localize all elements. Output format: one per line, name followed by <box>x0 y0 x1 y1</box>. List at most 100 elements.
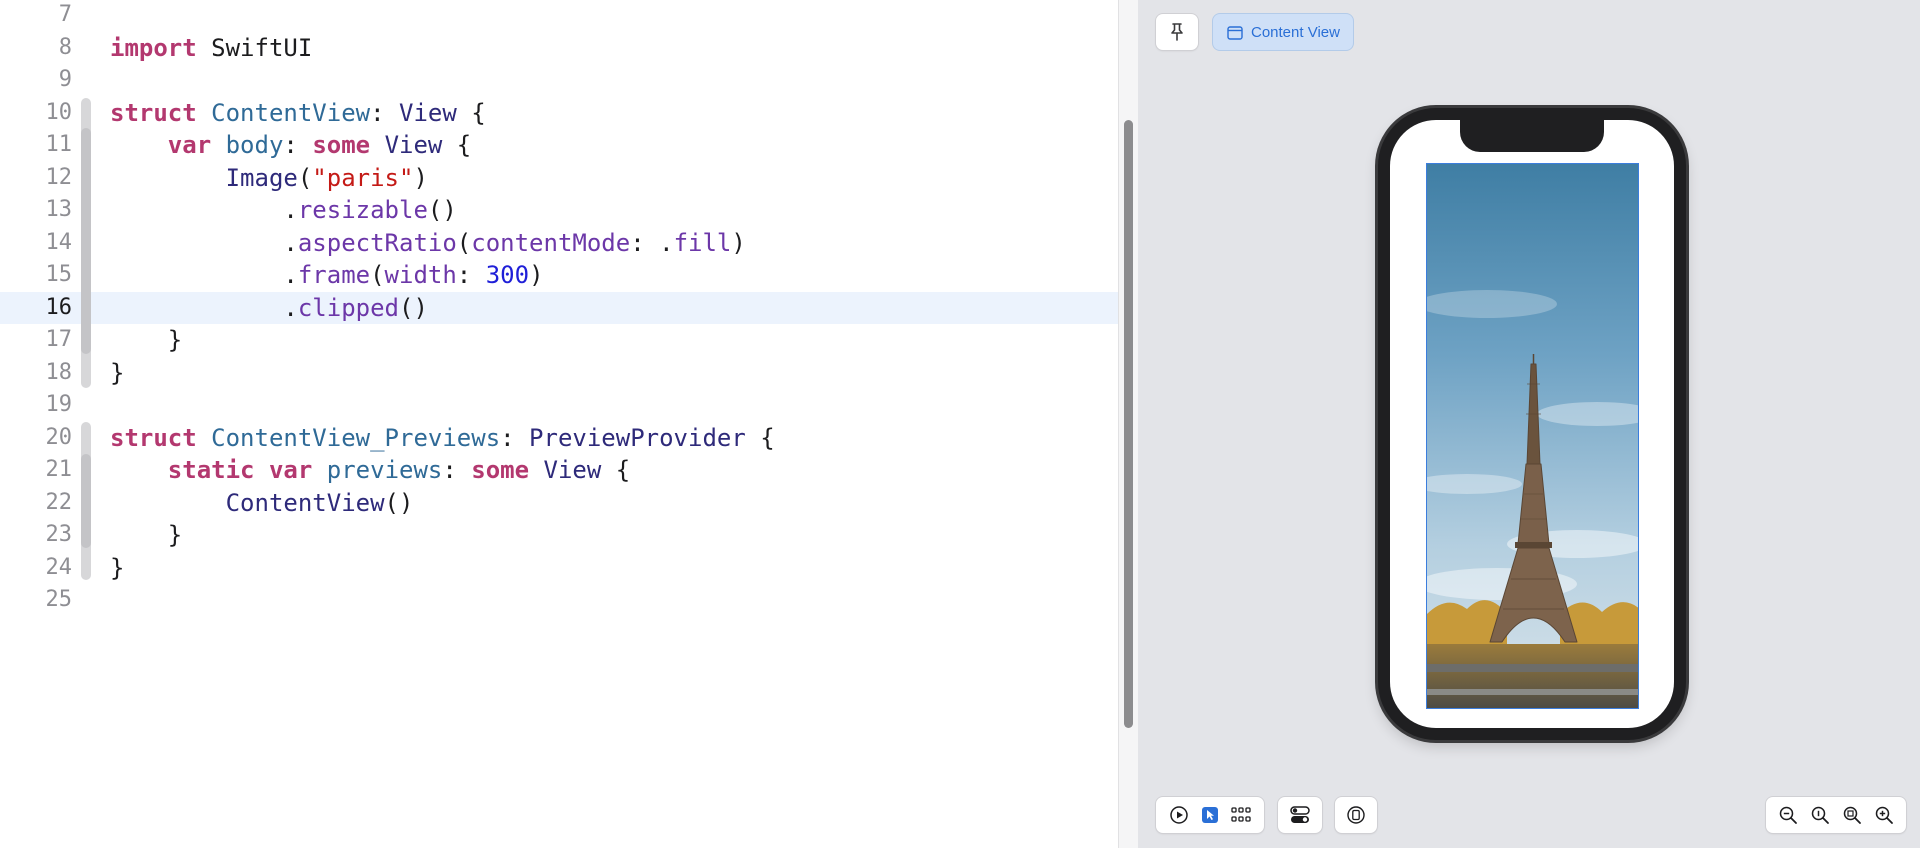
code-line[interactable]: 7 <box>0 0 1118 31</box>
zoom-in-icon[interactable] <box>1871 802 1897 828</box>
code-token: . <box>110 228 298 257</box>
zoom-controls <box>1766 797 1906 833</box>
content-view-preview-button[interactable]: Content View <box>1213 14 1353 50</box>
code-token: some <box>312 131 371 159</box>
iphone-device-frame <box>1378 108 1686 740</box>
code-line[interactable]: 17 } <box>0 324 1118 356</box>
code-editor[interactable]: 7 8 import SwiftUI 9 10 struct ContentView: V… <box>0 0 1118 848</box>
code-token: View <box>399 98 457 127</box>
code-line[interactable]: 23 } <box>0 519 1118 551</box>
code-line[interactable]: 8 import SwiftUI <box>0 32 1118 64</box>
code-line[interactable]: 16 .clipped() <box>0 291 1118 324</box>
code-token: previews <box>326 456 443 484</box>
code-line[interactable]: 9 <box>0 64 1118 96</box>
code-text: .aspectRatio(contentMode: .fill) <box>110 227 746 259</box>
grid-icon[interactable] <box>1228 802 1254 828</box>
line-number: 16 <box>45 294 73 320</box>
code-token: ) <box>413 163 428 192</box>
preview-mode-group <box>1156 797 1264 833</box>
code-text: } <box>110 519 182 551</box>
code-token: some <box>471 456 530 484</box>
play-icon[interactable] <box>1166 802 1192 828</box>
window-icon <box>1227 24 1243 40</box>
code-token: frame <box>297 261 371 289</box>
line-number: 8 <box>58 34 72 60</box>
paris-photo <box>1427 164 1638 708</box>
code-token: } <box>110 358 125 387</box>
line-number: 7 <box>58 2 72 27</box>
preview-canvas[interactable]: Content View <box>1138 0 1920 848</box>
code-text: .frame(width: 300) <box>110 259 544 291</box>
code-token: : <box>370 98 400 127</box>
code-line[interactable]: 10 struct ContentView: View { <box>0 97 1118 129</box>
code-line[interactable]: 21 static var previews: some View { <box>0 454 1118 486</box>
code-text: .clipped() <box>110 292 428 324</box>
variants-button[interactable] <box>1278 797 1322 833</box>
cursor-icon[interactable] <box>1197 802 1223 828</box>
code-token: ContentView_Previews <box>211 423 501 452</box>
line-number: 20 <box>45 424 73 450</box>
code-token: () <box>384 488 414 517</box>
code-token: : <box>442 456 472 484</box>
code-token: aspectRatio <box>297 228 457 257</box>
code-line[interactable]: 11 var body: some View { <box>0 129 1118 161</box>
code-text: .resizable() <box>110 194 456 226</box>
line-number: 23 <box>45 522 73 547</box>
line-number: 21 <box>45 457 73 482</box>
code-line[interactable]: 18} <box>0 357 1118 389</box>
line-number: 24 <box>45 554 73 580</box>
code-token: ( <box>456 228 472 257</box>
code-line[interactable]: 20 struct ContentView_Previews: PreviewPr… <box>0 422 1118 454</box>
code-line[interactable]: 22 ContentView() <box>0 487 1118 519</box>
image-view-selection[interactable] <box>1426 163 1639 709</box>
line-number: 22 <box>45 489 73 515</box>
zoom-actual-icon[interactable] <box>1807 802 1833 828</box>
pin-preview-button[interactable] <box>1156 14 1198 50</box>
code-token: ContentView <box>211 98 371 127</box>
code-token: var <box>167 131 212 159</box>
code-token: width <box>384 261 457 289</box>
code-text: var body: some View { <box>110 129 471 161</box>
code-token: contentMode <box>471 228 631 257</box>
code-token: 300 <box>485 261 530 289</box>
code-token: () <box>399 293 428 322</box>
code-token: ) <box>529 261 544 289</box>
code-token: : <box>456 261 486 289</box>
code-token: ContentView <box>225 488 385 517</box>
code-token: Image <box>225 163 298 192</box>
code-token: { <box>601 456 631 484</box>
code-token: { <box>456 98 486 127</box>
device-settings-button[interactable] <box>1335 797 1377 833</box>
code-line[interactable]: 15 .frame(width: 300) <box>0 259 1118 291</box>
editor-scrollbar-thumb[interactable] <box>1124 120 1133 728</box>
code-line[interactable]: 13 .resizable() <box>0 194 1118 226</box>
code-line[interactable]: 12 Image("paris") <box>0 162 1118 194</box>
code-line[interactable]: 14 .aspectRatio(contentMode: .fill) <box>0 227 1118 259</box>
pin-icon <box>1164 19 1190 45</box>
line-number: 14 <box>45 229 73 255</box>
device-screen <box>1390 120 1674 728</box>
zoom-fit-icon[interactable] <box>1839 802 1865 828</box>
fold-ribbon-body[interactable] <box>81 128 91 354</box>
code-token: PreviewProvider <box>529 423 746 452</box>
code-token: struct <box>110 423 197 452</box>
line-number: 12 <box>45 164 73 190</box>
fold-ribbon-previews-body[interactable] <box>81 454 91 548</box>
code-token: ) <box>731 228 746 257</box>
code-token: } <box>110 553 125 582</box>
code-token: View <box>384 131 443 159</box>
zoom-out-icon[interactable] <box>1775 802 1801 828</box>
code-line[interactable]: 25 <box>0 584 1118 616</box>
code-text: Image("paris") <box>110 162 428 194</box>
code-token: . <box>110 261 298 289</box>
code-line[interactable]: 24} <box>0 552 1118 584</box>
code-token: var <box>268 456 313 484</box>
code-line[interactable]: 19 <box>0 389 1118 421</box>
